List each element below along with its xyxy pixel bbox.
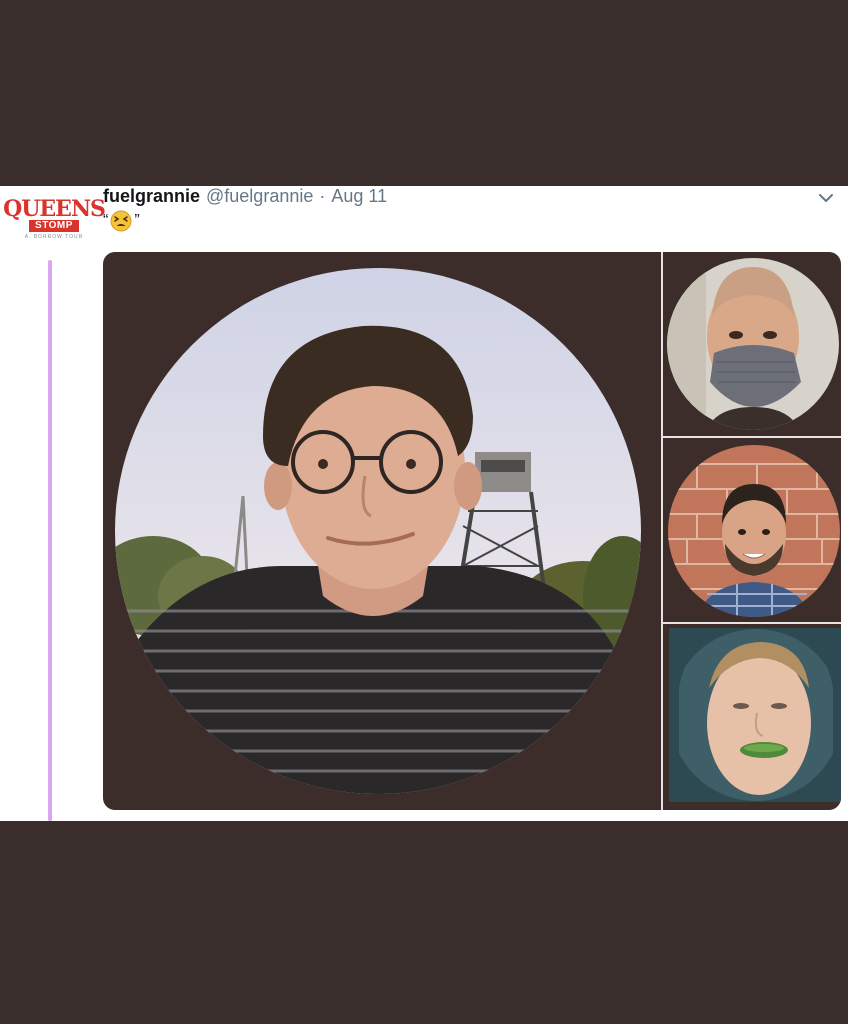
- open-quote: “: [103, 212, 109, 229]
- media-grid[interactable]: [103, 252, 841, 810]
- tweet-text: “ ”: [103, 210, 140, 232]
- close-quote: ”: [134, 212, 140, 229]
- separator: ·: [319, 186, 326, 206]
- side-photo-pickle-hoodie-man[interactable]: [669, 628, 841, 802]
- main-photo-glasses-man[interactable]: [113, 266, 643, 796]
- side-photo-brick-wall-man[interactable]: [667, 444, 841, 618]
- tweet-date[interactable]: Aug 11: [331, 186, 387, 207]
- tweet-header: fuelgrannie @fuelgrannie · Aug 11: [103, 186, 387, 208]
- side-cell-2[interactable]: [663, 438, 841, 622]
- avatar-logo-line1: QUEENS: [3, 196, 106, 222]
- user-handle[interactable]: @fuelgrannie: [206, 186, 313, 207]
- side-cell-3[interactable]: [663, 624, 841, 810]
- tweet-card[interactable]: QUEENS STOMP A. BORROW TOUR fuelgrannie …: [0, 186, 848, 821]
- avatar-logo-line3: A. BORROW TOUR: [24, 234, 84, 240]
- thread-line: [48, 260, 52, 821]
- chevron-down-icon[interactable]: [816, 188, 836, 208]
- display-name[interactable]: fuelgrannie: [103, 186, 200, 207]
- avatar[interactable]: QUEENS STOMP A. BORROW TOUR: [3, 190, 106, 252]
- side-cell-1[interactable]: [663, 252, 841, 436]
- avatar-logo-line2: STOMP: [29, 220, 79, 232]
- side-photo-masked-man[interactable]: [666, 257, 840, 431]
- tired-face-emoji-icon: [110, 210, 132, 232]
